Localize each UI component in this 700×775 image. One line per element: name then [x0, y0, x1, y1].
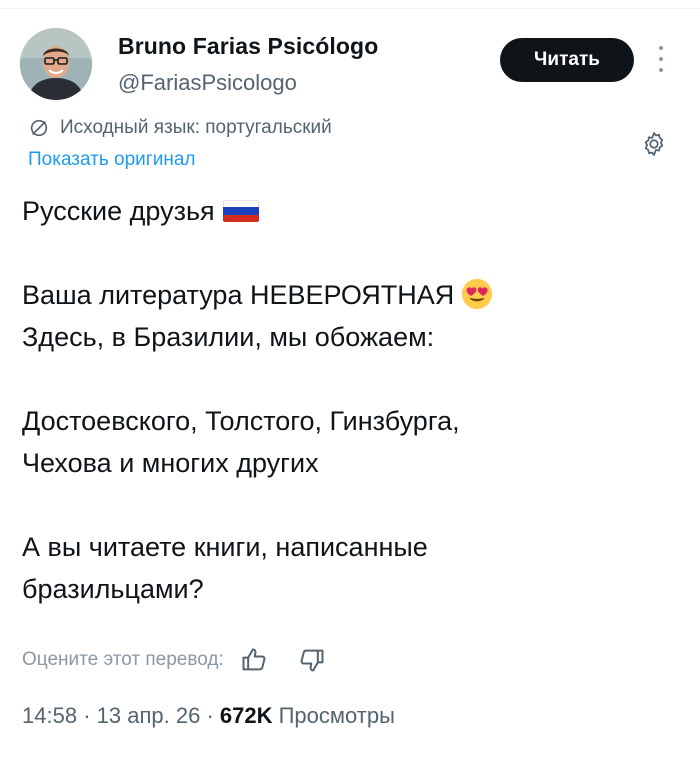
tweet-line: Достоевского, Толстого, Гинзбурга,	[22, 400, 682, 442]
tweet-line: Ваша литература НЕВЕРОЯТНАЯ	[22, 274, 682, 316]
views-label: Просмотры	[278, 703, 395, 728]
tweet-meta: 14:58 · 13 апр. 26 · 672K Просмотры	[22, 703, 395, 729]
show-original-link[interactable]: Показать оригинал	[28, 149, 195, 171]
more-dot	[659, 57, 663, 61]
tweet-line-text: Ваша литература НЕВЕРОЯТНАЯ	[22, 280, 455, 310]
translate-icon	[30, 119, 48, 137]
tweet-line-text: Русские друзья	[22, 196, 215, 226]
gear-icon[interactable]	[640, 130, 668, 158]
source-language-label: Исходный язык: португальский	[60, 117, 332, 138]
tweet-time[interactable]: 14:58	[22, 703, 77, 728]
tweet-date[interactable]: 13 апр. 26	[97, 703, 201, 728]
author-name[interactable]: Bruno Farias Psicólogo	[118, 33, 378, 60]
heart-eyes-emoji-icon	[462, 278, 493, 309]
top-divider	[0, 8, 700, 9]
tweet-line: Здесь, в Бразилии, мы обожаем:	[22, 316, 682, 358]
tweet-line: бразильцами?	[22, 568, 682, 610]
meta-separator: ·	[206, 703, 214, 728]
more-options-icon[interactable]	[654, 40, 668, 78]
more-dot	[659, 46, 663, 50]
russia-flag-icon	[222, 199, 259, 222]
rate-translation-prompt: Оцените этот перевод:	[22, 649, 224, 670]
tweet-text: Русские друзья Ваша литература НЕВЕРОЯТН…	[22, 190, 682, 610]
tweet-line-text: Здесь, в Бразилии, мы обожаем:	[22, 322, 435, 352]
thumbs-up-icon[interactable]	[240, 646, 268, 674]
avatar[interactable]	[20, 28, 92, 100]
tweet-line: Русские друзья	[22, 190, 682, 232]
views-count: 672K	[219, 703, 273, 728]
tweet-line-text: Достоевского, Толстого, Гинзбурга,	[22, 406, 460, 436]
thumbs-down-icon[interactable]	[298, 646, 326, 674]
translation-source-row: Исходный язык: португальский	[28, 117, 332, 139]
tweet-line: Чехова и многих других	[22, 442, 682, 484]
meta-separator: ·	[83, 703, 91, 728]
author-handle[interactable]: @FariasPsicologo	[118, 70, 297, 96]
follow-button[interactable]: Читать	[500, 38, 634, 82]
tweet-line: А вы читаете книги, написанные	[22, 526, 682, 568]
rate-translation-row: Оцените этот перевод:	[22, 646, 326, 674]
tweet-line-text: Чехова и многих других	[22, 448, 319, 478]
tweet-line-text: А вы читаете книги, написанные	[22, 532, 428, 562]
more-dot	[659, 68, 663, 72]
tweet-line-text: бразильцами?	[22, 574, 204, 604]
